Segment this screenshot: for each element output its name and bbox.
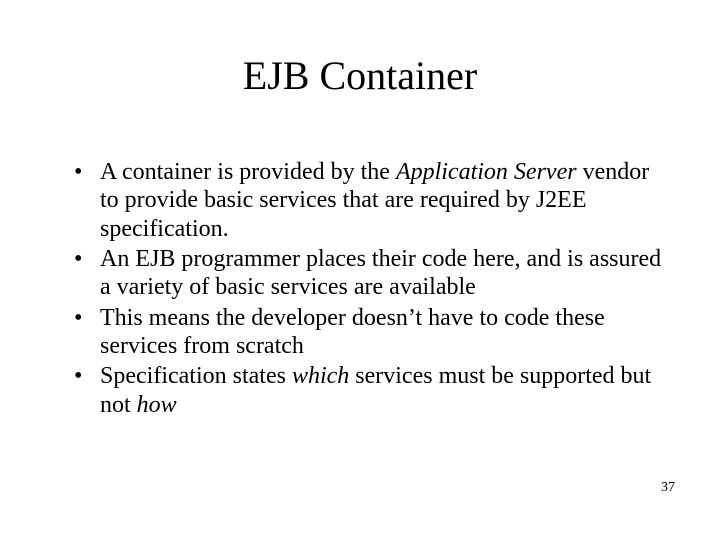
slide-body: • A container is provided by the Applica… (72, 158, 662, 421)
bullet-marker-icon: • (72, 362, 100, 390)
bullet-marker-icon: • (72, 158, 100, 186)
bullet-text: Specification states which services must… (100, 362, 662, 419)
bullet-item: • Specification states which services mu… (72, 362, 662, 419)
bullet-text: An EJB programmer places their code here… (100, 245, 662, 302)
text-run: An EJB programmer places their code here… (100, 246, 661, 300)
text-run-italic: Application Server (396, 159, 577, 185)
bullet-marker-icon: • (72, 304, 100, 332)
text-run: A container is provided by the (100, 159, 396, 185)
bullet-item: • A container is provided by the Applica… (72, 158, 662, 243)
page-number: 37 (661, 480, 675, 496)
text-run: Specification states (100, 363, 292, 389)
slide: EJB Container • A container is provided … (0, 0, 720, 540)
slide-title: EJB Container (0, 52, 720, 99)
bullet-item: • This means the developer doesn’t have … (72, 304, 662, 361)
text-run: This means the developer doesn’t have to… (100, 305, 605, 359)
bullet-text: A container is provided by the Applicati… (100, 158, 662, 243)
text-run-italic: how (137, 392, 177, 418)
bullet-text: This means the developer doesn’t have to… (100, 304, 662, 361)
bullet-item: • An EJB programmer places their code he… (72, 245, 662, 302)
text-run-italic: which (292, 363, 349, 389)
bullet-marker-icon: • (72, 245, 100, 273)
